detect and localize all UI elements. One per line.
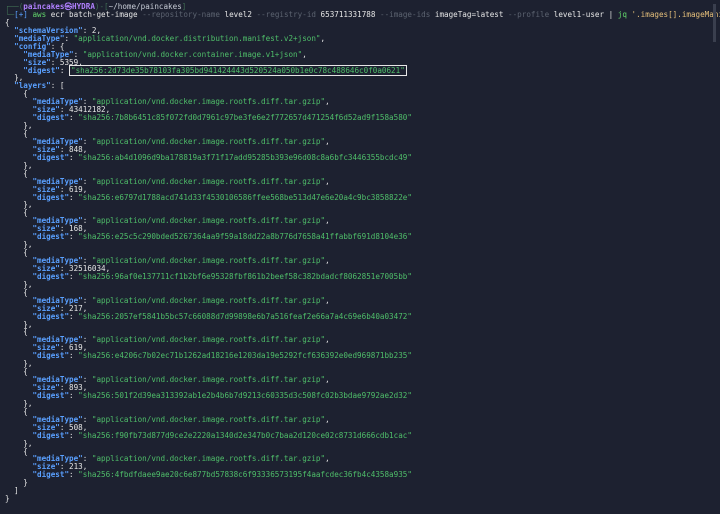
layer-digest: "digest": "sha256:2057ef5841b5bc57c66088… <box>32 311 412 321</box>
layer-digest: "digest": "sha256:e4206c7b02ec71b1262ad1… <box>32 351 412 361</box>
layer-digest: "digest": "sha256:f90fb73d877d9ce2e2220a… <box>32 430 412 440</box>
layer-close-brace: }, <box>5 438 33 448</box>
layer-close-brace: }, <box>5 359 33 369</box>
layer-digest: "digest": "sha256:4fbdfdaee9ae20c6e877bd… <box>32 470 412 480</box>
layer-digest: "digest": "sha256:ab4d1096d9ba178819a3f7… <box>32 152 412 162</box>
layer-media-type: "mediaType": "application/vnd.docker.ima… <box>32 335 330 345</box>
layer-digest: "digest": "sha256:7b8b6451c85f072fd0d796… <box>32 113 412 123</box>
layer-media-type: "mediaType": "application/vnd.docker.ima… <box>32 97 330 107</box>
json-layers-close: ] <box>5 486 19 496</box>
layer-media-type: "mediaType": "application/vnd.docker.ima… <box>32 256 330 265</box>
layer-close-brace: }, <box>5 121 33 131</box>
command-line[interactable]: └─[+] aws ecr batch-get-image --reposito… <box>5 9 720 19</box>
layer-digest: "digest": "sha256:96af0e137711cf1b2bf6e9… <box>32 271 412 281</box>
json-close-brace: } <box>5 494 10 504</box>
config-digest-highlight: "sha256:2d73de35b78103fa305bd941424443d5… <box>69 64 407 76</box>
layer-media-type: "mediaType": "application/vnd.docker.ima… <box>32 295 330 305</box>
json-config-digest: "digest": "sha256:2d73de35b78103fa305bd9… <box>23 64 407 76</box>
layer-media-type: "mediaType": "application/vnd.docker.ima… <box>32 136 330 146</box>
layer-digest: "digest": "sha256:e25c5c290bded5267364aa… <box>32 232 412 242</box>
command-service: ecr <box>50 9 65 19</box>
layer-media-type: "mediaType": "application/vnd.docker.ima… <box>32 414 330 424</box>
scrollbar[interactable] <box>713 4 716 42</box>
prompt-status: [+] <box>14 9 28 19</box>
layer-close-brace: }, <box>5 160 33 170</box>
json-config-close: }, <box>5 73 24 83</box>
layer-media-type: "mediaType": "application/vnd.docker.ima… <box>32 176 330 186</box>
layer-media-type: "mediaType": "application/vnd.docker.ima… <box>32 454 330 464</box>
command-jq: jq <box>617 9 627 19</box>
layer-close-brace: }, <box>5 279 33 289</box>
layer-digest: "digest": "sha256:e6797d1788acd741d33f45… <box>32 192 412 202</box>
layer-close-brace: }, <box>5 319 33 329</box>
layer-close-brace: }, <box>5 240 33 250</box>
layers-list: { "mediaType": "application/vnd.docker.i… <box>5 90 720 487</box>
json-layers-key: "layers": [ <box>14 81 65 91</box>
command-action: batch-get-image <box>69 9 138 19</box>
layer-media-type: "mediaType": "application/vnd.docker.ima… <box>32 216 330 226</box>
command-jq-filter: '.images[].imageManifest | fromjson' <box>631 9 720 19</box>
terminal-window[interactable]: ┌──(paincakes㉿HYDRA)-[~/home/paincakes] … <box>0 0 720 514</box>
json-open-brace: { <box>5 17 10 27</box>
layer-close-brace: }, <box>5 200 33 210</box>
json-media-type: "mediaType": "application/vnd.docker.dis… <box>14 33 326 43</box>
command-program: aws <box>32 9 47 19</box>
layer-close-brace: } <box>5 478 28 488</box>
layer-media-type: "mediaType": "application/vnd.docker.ima… <box>32 375 330 385</box>
json-config-media-type: "mediaType": "application/vnd.docker.con… <box>23 49 307 59</box>
layer-digest: "digest": "sha256:501f2d39ea313392ab1e2b… <box>32 390 412 400</box>
layer-close-brace: }, <box>5 398 33 408</box>
